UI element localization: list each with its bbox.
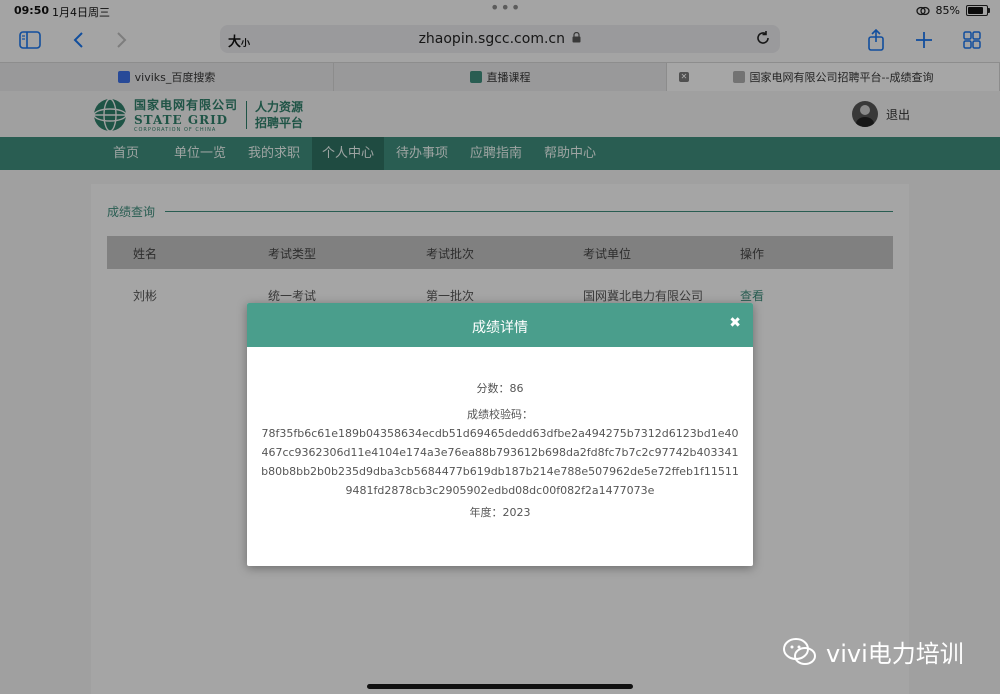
verification-code: 78f35fb6c61e189b04358634ecdb51d69465dedd… — [261, 427, 739, 497]
close-icon[interactable]: ✖ — [729, 315, 741, 331]
modal-header: 成绩详情 ✖ — [247, 303, 753, 347]
code-label: 成绩校验码： — [467, 408, 533, 421]
modal-title: 成绩详情 — [472, 320, 528, 336]
home-indicator[interactable] — [367, 684, 633, 689]
year-value: 年度：2023 — [469, 506, 531, 519]
score-detail-modal: 成绩详情 ✖ 分数：86 成绩校验码： 78f35fb6c61e189b0435… — [247, 303, 753, 566]
wechat-watermark: vivi电力培训 — [782, 634, 964, 669]
watermark-text: vivi电力培训 — [826, 640, 964, 668]
score-value: 分数：86 — [476, 382, 524, 395]
wechat-icon — [783, 637, 816, 665]
